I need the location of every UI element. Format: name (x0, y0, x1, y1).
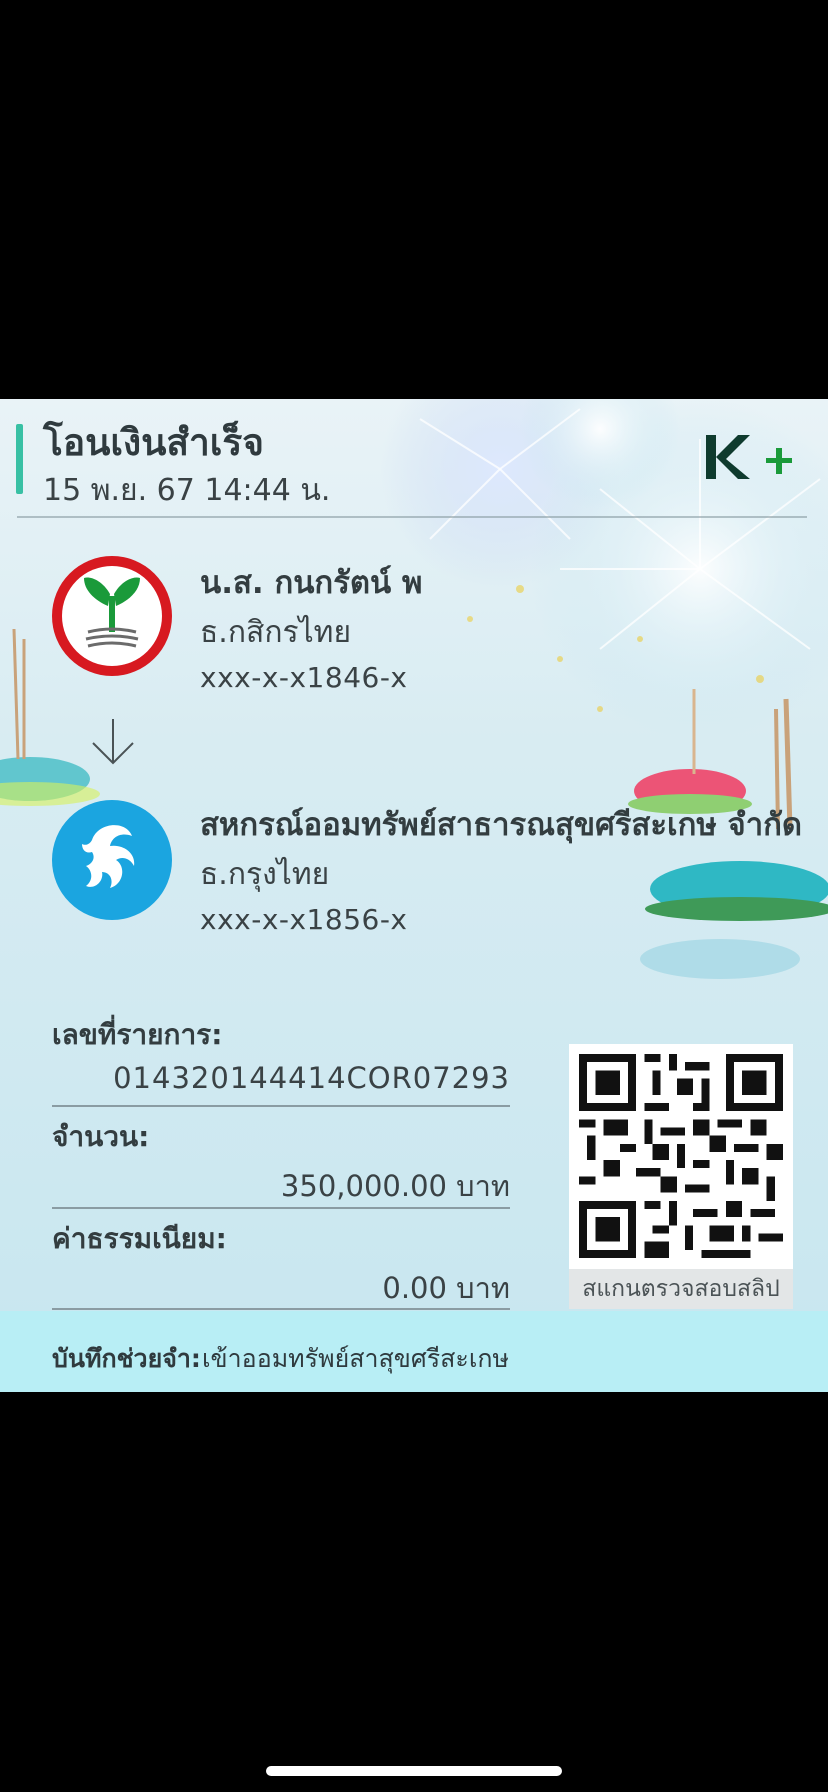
amount-divider (52, 1207, 510, 1209)
fee-value: 0.00 บาท (382, 1271, 510, 1305)
amount-label: จำนวน: (52, 1120, 150, 1153)
kplus-logo-icon (706, 435, 792, 479)
memo-text: เข้าออมทรัพย์สาสุขศรีสะเกษ (202, 1344, 510, 1373)
krungthai-bank-logo-icon (52, 800, 172, 920)
transfer-slip: โอนเงินสำเร็จ 15 พ.ย. 67 14:44 น. น.ส. ก… (0, 399, 828, 1392)
transaction-datetime: 15 พ.ย. 67 14:44 น. (43, 473, 331, 508)
fee-divider (52, 1308, 510, 1310)
kasikorn-bank-logo-icon (52, 556, 172, 676)
qr-caption: สแกนตรวจสอบสลิป (569, 1269, 793, 1309)
receiver-bank: ธ.กรุงไทย (200, 857, 330, 892)
memo-label: บันทึกช่วยจำ: (52, 1344, 201, 1373)
fee-label: ค่าธรรมเนียม: (52, 1222, 227, 1255)
arrow-down-icon (92, 719, 134, 765)
sender-account: xxx-x-x1846-x (200, 661, 408, 694)
title-accent-bar (16, 424, 23, 494)
receiver-account: xxx-x-x1856-x (200, 903, 408, 936)
qr-code-icon (579, 1054, 783, 1258)
qr-code-panel[interactable] (569, 1044, 793, 1306)
amount-value: 350,000.00 บาท (280, 1169, 510, 1203)
memo-section: บันทึกช่วยจำ: เข้าออมทรัพย์สาสุขศรีสะเกษ (0, 1311, 828, 1392)
slip-title: โอนเงินสำเร็จ (43, 421, 264, 464)
sender-name: น.ส. กนกรัตน์ พ (200, 565, 423, 601)
header-divider (17, 516, 807, 518)
receiver-name: สหกรณ์ออมทรัพย์สาธารณสุขศรีสะเกษ จำกัด (200, 807, 803, 843)
reference-label: เลขที่รายการ: (52, 1018, 223, 1051)
reference-divider (52, 1105, 510, 1107)
sender-bank: ธ.กสิกรไทย (200, 615, 352, 650)
reference-number: 014320144414COR07293 (113, 1061, 510, 1095)
home-indicator[interactable] (266, 1766, 562, 1776)
